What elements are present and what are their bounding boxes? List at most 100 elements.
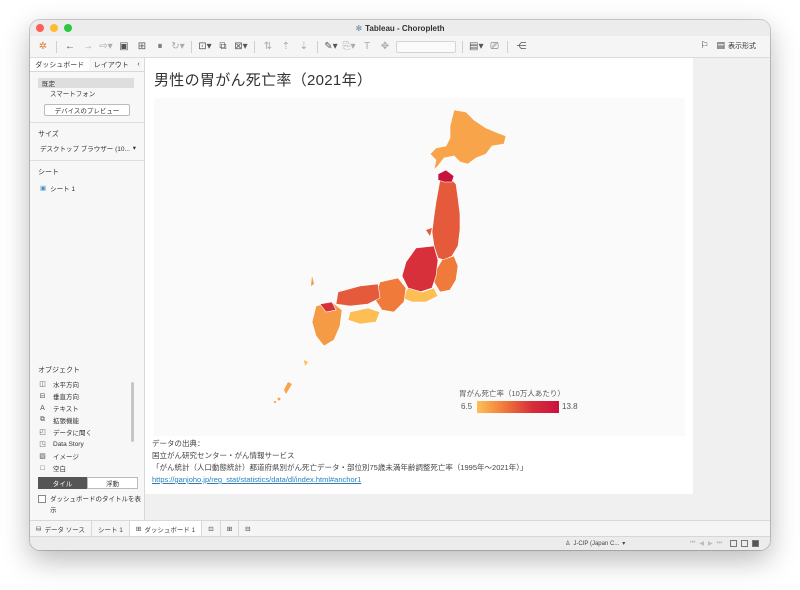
object-label: Data Story bbox=[53, 440, 84, 448]
zoom-window-button[interactable] bbox=[64, 24, 72, 32]
text-icon: A bbox=[40, 404, 45, 412]
group-icon[interactable]: ⎘▾ bbox=[342, 40, 356, 54]
new-data-source-icon[interactable]: ⊞ bbox=[135, 40, 149, 54]
size-dropdown[interactable]: デスクトップ ブラウザー (10... ▾ bbox=[40, 142, 136, 154]
tableau-logo-icon: ✻ bbox=[355, 23, 363, 33]
tab-dashboard-1[interactable]: ⊞ ダッシュボード 1 bbox=[129, 521, 203, 536]
next-tab-icon[interactable]: ▶ bbox=[708, 540, 713, 547]
show-me-button[interactable]: ▤ 表示形式 bbox=[716, 40, 756, 51]
duplicate-sheet-icon[interactable]: ⧉ bbox=[216, 40, 230, 54]
island-miyako[interactable] bbox=[273, 400, 277, 404]
object-text[interactable]: A テキスト bbox=[38, 402, 138, 414]
sort-descending-icon[interactable]: ⇣ bbox=[297, 40, 311, 54]
first-tab-icon[interactable]: ⏮ bbox=[690, 540, 695, 547]
choropleth-map[interactable]: 胃がん死亡率（10万人あたり） 6.5 13.8 bbox=[154, 98, 685, 436]
sheet-name: シート 1 bbox=[50, 186, 76, 193]
island-amami[interactable] bbox=[304, 360, 308, 366]
refresh-icon[interactable]: ↻▾ bbox=[171, 40, 185, 54]
dashboard-tab-icon: ⊞ bbox=[135, 525, 142, 533]
source-link[interactable]: https://ganjoho.jp/reg_stat/statistics/d… bbox=[152, 475, 361, 484]
object-blank[interactable]: □ 空白 bbox=[38, 462, 138, 474]
device-preview-button[interactable]: デバイスのプレビュー bbox=[44, 104, 130, 116]
prev-tab-icon[interactable]: ◀ bbox=[699, 540, 704, 547]
toolbar: ✲ ← → ⇨▾ ▣ ⊞ ⏸ ↻▾ ⊡▾ ⧉ ⊠▾ ⇅ ⇡ ⇣ ✎▾ ⎘▾ T … bbox=[30, 36, 770, 58]
float-button[interactable]: 浮動 bbox=[87, 477, 138, 489]
tab-sheet-1[interactable]: シート 1 bbox=[92, 521, 130, 536]
tableau-home-icon[interactable]: ✲ bbox=[36, 40, 50, 54]
objects-list: ◫ 水平方向 ⊟ 垂直方向 A テキスト ⧉ 拡張機能 ◰ データに聞く ◳ Data St… bbox=[38, 378, 138, 474]
tabs-view-icon[interactable] bbox=[752, 540, 759, 547]
dashboard-tab-label: ダッシュボード 1 bbox=[144, 526, 196, 534]
prefecture-chubu[interactable] bbox=[401, 245, 439, 293]
fix-axes-icon[interactable]: ✥ bbox=[378, 40, 392, 54]
minimize-window-button[interactable] bbox=[50, 24, 58, 32]
replace-data-icon[interactable]: ⇨▾ bbox=[99, 40, 113, 54]
device-default[interactable]: 既定 bbox=[38, 78, 134, 88]
tab-dashboard[interactable]: ダッシュボード bbox=[30, 58, 90, 71]
last-tab-icon[interactable]: ⏭ bbox=[717, 540, 722, 547]
close-window-button[interactable] bbox=[36, 24, 44, 32]
sheets-heading: シート bbox=[38, 169, 59, 176]
user-icon: ♙ bbox=[565, 541, 571, 547]
prefecture-tohoku[interactable] bbox=[431, 177, 461, 261]
show-cards-icon[interactable]: ▤▾ bbox=[469, 40, 483, 54]
objects-scrollbar[interactable] bbox=[131, 382, 134, 442]
color-legend-bar[interactable] bbox=[477, 401, 559, 413]
tab-data-source[interactable]: ⛁ データ ソース bbox=[30, 521, 92, 536]
object-horizontal[interactable]: ◫ 水平方向 bbox=[38, 378, 138, 390]
window-title: Tableau - Choropleth bbox=[365, 23, 445, 33]
redo-icon[interactable]: → bbox=[81, 40, 95, 54]
undo-icon[interactable]: ← bbox=[63, 40, 77, 54]
sheet-tab-bar: ⛁ データ ソース シート 1 ⊞ ダッシュボード 1 ⊡ ⊞ ⊟ bbox=[30, 520, 770, 536]
island-tsushima[interactable] bbox=[311, 276, 314, 286]
highlight-icon[interactable]: ✎▾ bbox=[324, 40, 338, 54]
island-okinawa[interactable] bbox=[284, 382, 292, 394]
island-sado[interactable] bbox=[426, 228, 432, 236]
view-switcher bbox=[730, 540, 759, 547]
new-worksheet-button[interactable]: ⊡ bbox=[202, 521, 221, 536]
object-image[interactable]: ▨ イメージ bbox=[38, 450, 138, 462]
object-vertical[interactable]: ⊟ 垂直方向 bbox=[38, 390, 138, 402]
new-dashboard-button[interactable]: ⊞ bbox=[221, 521, 240, 536]
show-title-option[interactable]: ダッシュボードのタイトルを表示 bbox=[38, 494, 142, 516]
object-ask-data[interactable]: ◰ データに聞く bbox=[38, 426, 138, 438]
grid-view-icon[interactable] bbox=[730, 540, 737, 547]
device-list: 既定 スマートフォン bbox=[38, 78, 134, 98]
object-extension[interactable]: ⧉ 拡張機能 bbox=[38, 414, 138, 426]
pause-updates-icon[interactable]: ⏸ bbox=[153, 40, 167, 54]
new-worksheet-icon[interactable]: ⊡▾ bbox=[198, 40, 212, 54]
fit-dropdown[interactable] bbox=[396, 40, 456, 53]
collapse-sidebar-button[interactable]: ‹ bbox=[133, 58, 144, 71]
pin-icon[interactable]: ⚐ bbox=[700, 40, 708, 51]
swap-axes-icon[interactable]: ⇅ bbox=[261, 40, 275, 54]
object-label: データに聞く bbox=[53, 430, 92, 437]
extension-icon: ⧉ bbox=[40, 416, 45, 423]
prefecture-aomori[interactable] bbox=[437, 169, 455, 183]
sheet-list-item[interactable]: ▣ シート 1 bbox=[40, 181, 144, 195]
prefecture-hokkaido[interactable] bbox=[429, 109, 507, 171]
source-text: データの出典： 国立がん研究センター・がん情報サービス 「がん統計（人口動態統計… bbox=[152, 438, 527, 486]
island-ishigaki[interactable] bbox=[277, 397, 281, 401]
object-label: テキスト bbox=[53, 406, 79, 413]
object-label: 空白 bbox=[53, 466, 66, 473]
language-selector[interactable]: ♙ J-CIP (Japan C... ▾ bbox=[565, 540, 625, 548]
filmstrip-view-icon[interactable] bbox=[741, 540, 748, 547]
labels-icon[interactable]: T bbox=[360, 40, 374, 54]
share-icon[interactable]: ⋲ bbox=[514, 40, 528, 54]
tab-layout[interactable]: レイアウト bbox=[89, 58, 133, 71]
status-bar: ♙ J-CIP (Japan C... ▾ ⏮ ◀ ▶ ⏭ bbox=[30, 536, 770, 550]
tile-float-toggle: タイル 浮動 bbox=[38, 477, 138, 489]
save-icon[interactable]: ▣ bbox=[117, 40, 131, 54]
clear-sheet-icon[interactable]: ⊠▾ bbox=[234, 40, 248, 54]
presentation-mode-icon[interactable]: ⎚ bbox=[487, 40, 501, 54]
tableau-window: ✻ Tableau - Choropleth ✲ ← → ⇨▾ ▣ ⊞ ⏸ ↻▾… bbox=[30, 20, 770, 550]
prefecture-chugoku[interactable] bbox=[335, 283, 381, 307]
sort-ascending-icon[interactable]: ⇡ bbox=[279, 40, 293, 54]
show-title-checkbox[interactable] bbox=[38, 495, 46, 503]
prefecture-shikoku[interactable] bbox=[347, 307, 381, 325]
new-story-button[interactable]: ⊟ bbox=[239, 521, 256, 536]
object-data-story[interactable]: ◳ Data Story bbox=[38, 438, 138, 450]
tile-button[interactable]: タイル bbox=[38, 477, 87, 489]
source-dataset: 「がん統計（人口動態統計）都道府県別がん死亡データ・部位別75歳未満年齢調整死亡… bbox=[152, 463, 528, 472]
device-phone[interactable]: スマートフォン bbox=[38, 88, 134, 98]
